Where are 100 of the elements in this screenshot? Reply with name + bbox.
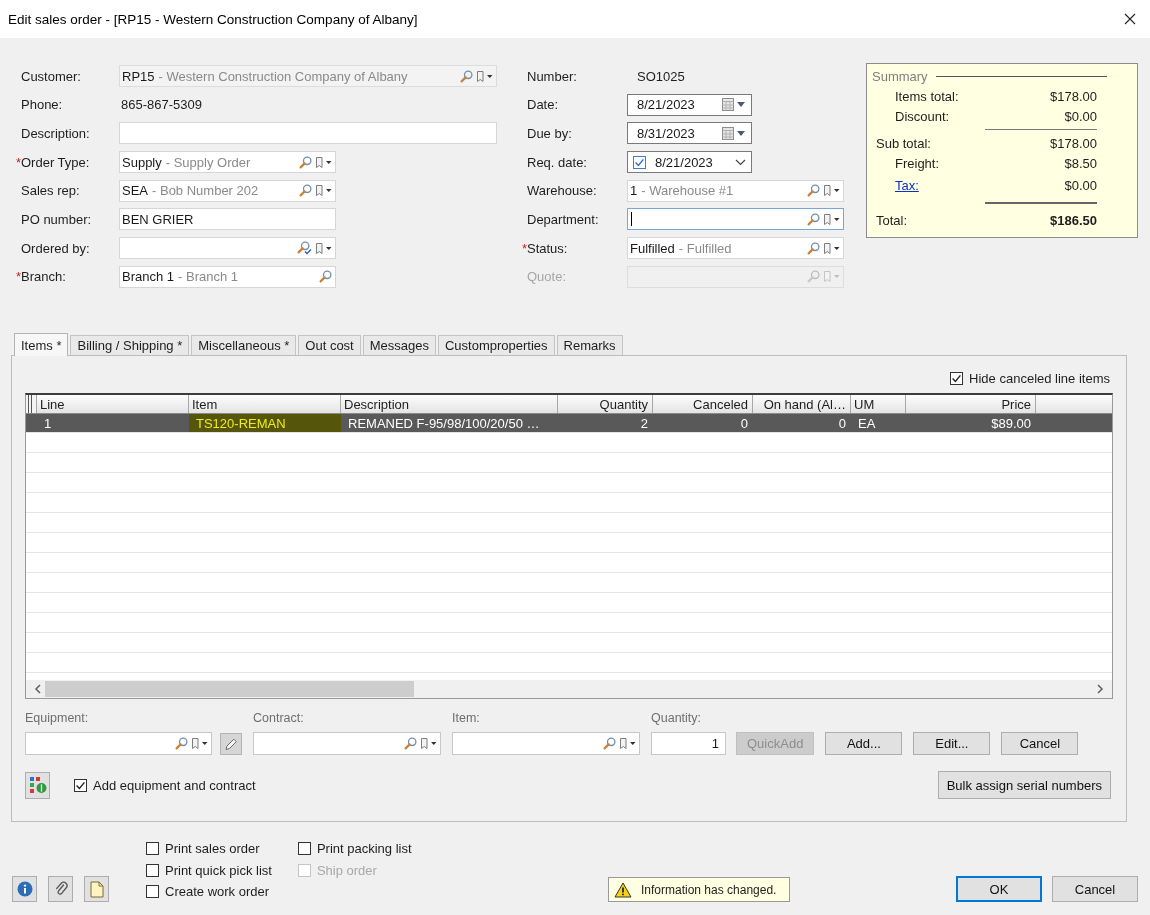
required-marker: *	[15, 269, 21, 285]
bookmark-dropdown-icon[interactable]	[315, 184, 332, 198]
column-header[interactable]: UM	[851, 395, 906, 413]
lookup-field[interactable]: 1 - Warehouse #1	[627, 179, 844, 202]
bookmark-dropdown-icon[interactable]	[823, 241, 840, 255]
search-icon[interactable]	[319, 270, 332, 284]
search-icon[interactable]	[404, 737, 417, 750]
squares-coin-button[interactable]	[25, 771, 50, 799]
checkbox[interactable]	[146, 885, 159, 898]
lookup-field[interactable]: RP15 - Western Construction Company of Albany	[119, 65, 497, 87]
checkbox-label[interactable]: Print packing list	[316, 841, 412, 856]
checkbox-label[interactable]: Add equipment and contract	[93, 777, 256, 793]
chevron-left-icon[interactable]	[34, 684, 42, 694]
column-header[interactable]: On hand (Al…	[753, 395, 851, 413]
summary-title: Summary	[872, 69, 928, 84]
search-icon[interactable]	[460, 69, 473, 83]
edit-button[interactable]: Edit...	[913, 732, 991, 755]
field-label: PO number:	[21, 211, 92, 227]
lookup-field[interactable]	[253, 732, 441, 755]
info-icon	[16, 881, 33, 897]
field-label: Order Type:	[21, 154, 90, 170]
date-field[interactable]: 8/31/2023	[627, 122, 752, 145]
summary-value: $0.00	[1064, 108, 1097, 124]
attach-button[interactable]	[48, 876, 73, 902]
cancel-button[interactable]: Cancel	[1052, 876, 1138, 902]
field-label: Status:	[527, 240, 568, 256]
table-row[interactable]: 1 TS120-REMAN REMANED F-95/98/100/20/50 … 2 0 0 EA $89.00	[26, 414, 1112, 432]
checkbox[interactable]	[74, 778, 87, 792]
column-header[interactable]: Price	[906, 395, 1036, 413]
pencil-button[interactable]	[220, 732, 242, 755]
text-field[interactable]	[119, 122, 497, 145]
bookmark-dropdown-icon[interactable]	[476, 69, 493, 83]
lookup-field[interactable]	[25, 732, 212, 755]
search-icon[interactable]	[807, 184, 820, 198]
checkbox[interactable]	[146, 842, 159, 855]
close-icon[interactable]	[1124, 13, 1136, 25]
bookmark-dropdown-icon[interactable]	[191, 737, 208, 750]
checkbox[interactable]	[633, 155, 646, 169]
lookup-field[interactable]: Branch 1 - Branch 1	[119, 265, 336, 288]
lookup-field[interactable]	[452, 732, 640, 755]
lookup-field[interactable]: Supply - Supply Order	[119, 151, 336, 174]
column-header[interactable]: Line	[37, 395, 189, 413]
summary-label: Discount:	[895, 108, 950, 124]
field-label: Equipment:	[25, 711, 89, 725]
lookup-field[interactable]: SEA - Bob Number 202	[119, 179, 336, 202]
bulk-assign-button[interactable]: Bulk assign serial numbers	[937, 771, 1111, 799]
calendar-dropdown-icon[interactable]	[722, 126, 746, 140]
number-field[interactable]: 1	[651, 732, 726, 755]
chevron-down-icon[interactable]	[735, 158, 746, 166]
column-header[interactable]: Description	[341, 395, 558, 413]
horizontal-scrollbar[interactable]	[26, 680, 1112, 698]
search-icon[interactable]	[603, 737, 616, 750]
checkbox-label[interactable]: Print sales order	[165, 841, 260, 856]
text-field[interactable]: BEN GRIER	[119, 208, 336, 231]
add-button[interactable]: Add...	[825, 732, 903, 755]
bookmark-dropdown-icon[interactable]	[420, 737, 437, 750]
ok-button[interactable]: OK	[956, 876, 1042, 902]
date-field[interactable]: 8/21/2023	[627, 151, 752, 174]
checkbox[interactable]	[950, 372, 964, 385]
date-field[interactable]: 8/21/2023	[627, 93, 752, 116]
checkbox-label[interactable]: Create work order	[165, 884, 270, 899]
search-icon[interactable]	[299, 155, 312, 169]
tab[interactable]: Messages	[362, 335, 436, 355]
bookmark-dropdown-icon[interactable]	[823, 212, 840, 226]
bookmark-dropdown-icon[interactable]	[619, 737, 636, 750]
search-icon[interactable]	[807, 212, 820, 226]
lookup-field[interactable]: Fulfilled - Fulfilled	[627, 237, 844, 260]
search-icon[interactable]	[299, 184, 312, 198]
table-cell: TS120-REMAN	[189, 414, 341, 432]
column-header[interactable]: Item	[189, 395, 341, 413]
checkbox-label[interactable]: Hide canceled line items	[969, 371, 1110, 386]
summary-label: Items total:	[895, 88, 959, 104]
tab[interactable]: Out cost	[298, 335, 361, 355]
bookmark-dropdown-icon[interactable]	[823, 184, 840, 198]
tab[interactable]: Customproperties	[438, 335, 555, 355]
column-header[interactable]: Canceled	[653, 395, 753, 413]
checkbox[interactable]	[146, 863, 159, 877]
scrollbar-thumb[interactable]	[45, 681, 414, 697]
lookup-field[interactable]	[627, 208, 844, 231]
table-cell-text: 0	[739, 414, 749, 432]
search-icon[interactable]	[807, 241, 820, 255]
tab[interactable]: Remarks	[556, 335, 623, 355]
checkbox-label[interactable]: Print quick pick list	[165, 862, 272, 878]
cancel-button[interactable]: Cancel	[1001, 732, 1079, 755]
checkbox[interactable]	[297, 842, 311, 855]
bookmark-dropdown-icon[interactable]	[315, 241, 332, 255]
bookmark-dropdown-icon[interactable]	[315, 155, 332, 169]
search-icon[interactable]	[175, 737, 188, 750]
search-check-icon[interactable]	[297, 241, 312, 256]
field-label: Sales rep:	[21, 183, 80, 199]
tab[interactable]: Items *	[14, 333, 69, 356]
tab[interactable]: Miscellaneous *	[191, 335, 297, 355]
tab[interactable]: Billing / Shipping *	[70, 335, 190, 355]
chevron-right-icon[interactable]	[1096, 684, 1104, 694]
lookup-field[interactable]	[119, 237, 336, 260]
calendar-dropdown-icon[interactable]	[722, 98, 746, 112]
summary-value: $8.50	[1064, 155, 1097, 171]
summary-link[interactable]: Tax:	[895, 177, 919, 193]
column-header[interactable]: Quantity	[558, 395, 653, 413]
info-button[interactable]	[12, 876, 37, 902]
